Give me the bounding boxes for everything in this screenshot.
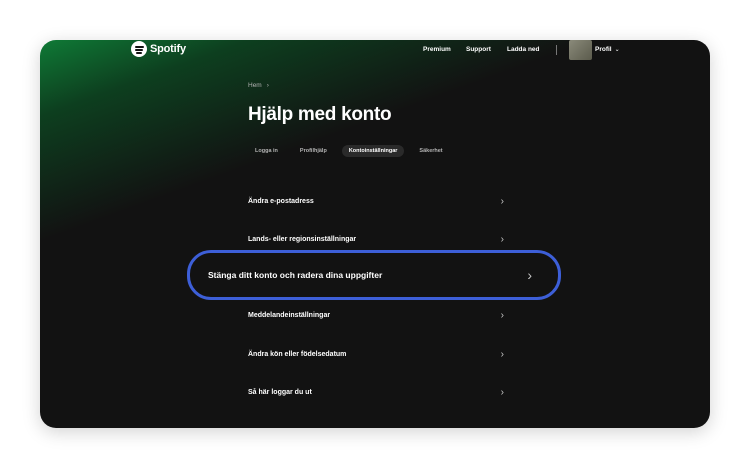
nav-divider	[556, 45, 557, 55]
chevron-right-icon: ›	[500, 348, 504, 360]
chevron-down-icon: ⌄	[614, 47, 620, 53]
top-nav: Spotify Premium Support Ladda ned Profil…	[40, 40, 710, 60]
tab-logga-in[interactable]: Logga in	[248, 145, 285, 157]
help-item-label: Meddelandeinställningar	[248, 311, 331, 319]
spotify-logo-icon	[131, 41, 147, 57]
help-item-label: Så här loggar du ut	[248, 388, 312, 396]
help-item-notifications[interactable]: Meddelandeinställningar ›	[248, 307, 504, 323]
tab-sakerhet[interactable]: Säkerhet	[412, 145, 449, 157]
help-item-country-region[interactable]: Lands- eller regionsinställningar ›	[248, 231, 504, 247]
chevron-right-icon: ›	[500, 195, 504, 207]
profile-menu-button[interactable]: Profil ⌄	[595, 46, 620, 53]
help-item-close-account-highlighted[interactable]: Stänga ditt konto och radera dina uppgif…	[187, 250, 561, 300]
help-item-change-email[interactable]: Ändra e-postadress ›	[248, 193, 504, 209]
spotify-window: Spotify Premium Support Ladda ned Profil…	[40, 40, 710, 428]
nav-download-link[interactable]: Ladda ned	[507, 46, 540, 53]
breadcrumb: Hem ›	[248, 82, 269, 89]
help-item-gender-birthdate[interactable]: Ändra kön eller födelsedatum ›	[248, 346, 504, 362]
help-item-log-out[interactable]: Så här loggar du ut ›	[248, 384, 504, 400]
help-item-label: Ändra e-postadress	[248, 197, 314, 205]
help-tabs: Logga in Profilhjälp Kontoinställningar …	[248, 145, 450, 157]
help-item-label: Stänga ditt konto och radera dina uppgif…	[208, 270, 383, 280]
help-item-label: Ändra kön eller födelsedatum	[248, 350, 347, 358]
help-item-label: Lands- eller regionsinställningar	[248, 235, 357, 243]
avatar[interactable]	[569, 40, 592, 60]
tab-profilhjalp[interactable]: Profilhjälp	[293, 145, 334, 157]
nav-premium-link[interactable]: Premium	[423, 46, 451, 53]
chevron-right-icon: ›	[266, 82, 269, 89]
chevron-right-icon: ›	[500, 309, 504, 321]
breadcrumb-home-link[interactable]: Hem	[248, 82, 262, 89]
tab-kontoinstallningar[interactable]: Kontoinställningar	[341, 145, 405, 157]
profile-label: Profil	[595, 46, 612, 53]
chevron-right-icon: ›	[500, 233, 504, 245]
page-title: Hjälp med konto	[248, 104, 392, 125]
chevron-right-icon: ›	[500, 386, 504, 398]
brand-name: Spotify	[150, 43, 186, 55]
nav-support-link[interactable]: Support	[466, 46, 491, 53]
chevron-right-icon: ›	[527, 267, 532, 283]
spotify-logo[interactable]: Spotify	[131, 41, 186, 57]
